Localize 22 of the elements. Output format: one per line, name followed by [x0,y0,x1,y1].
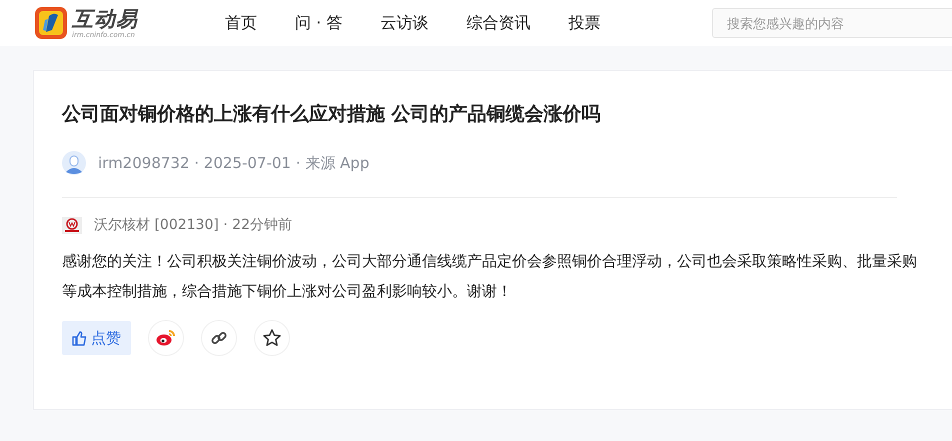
like-button[interactable]: 点赞 [62,321,131,355]
question-meta: irm2098732 · 2025-07-01 · 来源 App [98,154,370,172]
thumbs-up-icon [72,330,87,346]
company-meta: 沃尔核材 [002130] · 22分钟前 [94,216,292,234]
nav-link[interactable]: 首页 [225,12,257,34]
weibo-button[interactable] [148,320,184,356]
weibo-icon [156,329,176,347]
nav-link[interactable]: 综合资讯 [466,12,530,34]
link-icon [210,329,228,347]
avatar-icon [62,151,86,175]
answer-text: 感谢您的关注！公司积极关注铜价波动，公司大部分通信线缆产品定价会参照铜价合理浮动，公司也会采取策略性采购、批量采购等成本控制措施，综合措施下铜价上涨对公司盈利影响较小。谢谢！ [62,251,918,302]
logo-icon [34,6,68,40]
logo-name: 互动易 [72,7,138,31]
star-button[interactable] [254,320,290,356]
nav-link[interactable]: 问 · 答 [295,12,342,34]
nav-link[interactable]: 投票 [568,12,600,34]
nav-link[interactable]: 云访谈 [380,12,428,34]
search-field[interactable]: 搜索您感兴趣的内容 [712,8,952,38]
link-button[interactable] [201,320,237,356]
star-icon [262,328,282,348]
question-title: 公司面对铜价格的上涨有什么应对措施 公司的产品铜缆会涨价吗 [62,102,602,127]
company-logo-icon [62,216,82,234]
